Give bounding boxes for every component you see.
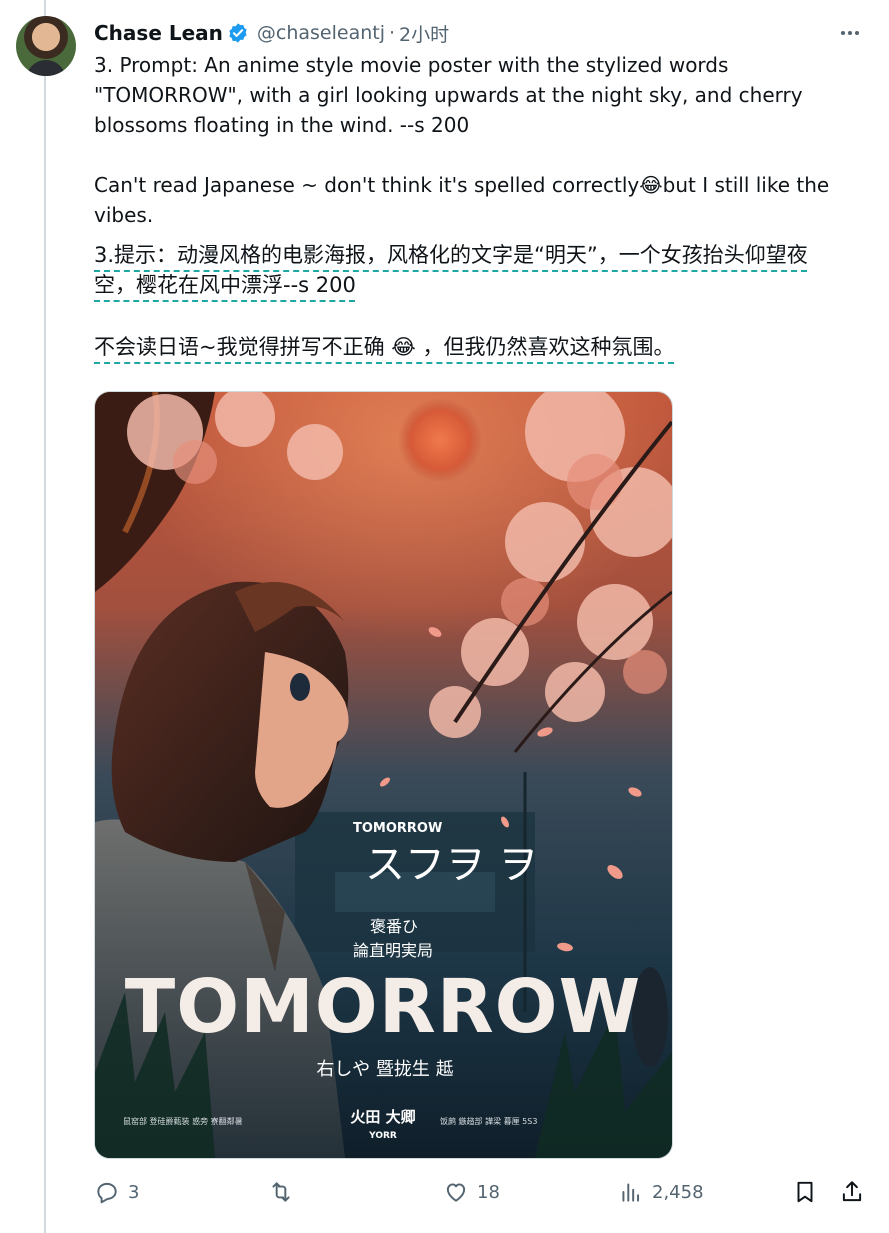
like-button[interactable]: 18 — [443, 1170, 500, 1214]
views-button[interactable]: 2,458 — [618, 1170, 704, 1214]
avatar-shirt — [26, 60, 66, 76]
verified-badge-icon — [229, 23, 247, 43]
poster-jp-title: スフヲ ヲ — [365, 842, 538, 888]
translation-prompt-line-2: 空，樱花在风中漂浮--s 200 — [94, 273, 356, 297]
poster-sub-line-2: 論直明実局 — [353, 941, 433, 960]
translation-comment: 不会读日语~我觉得拼写不正确 😂 ，但我仍然喜欢这种氛围。 — [94, 332, 864, 362]
poster-credit-left: 鼠窑部 登硅爵甄装 惑旁 寮翻鄰暑 — [123, 1116, 243, 1126]
translation-prompt-line-1: 3.提示：动漫风格的电影海报，风格化的文字是“明天”，一个女孩抬头仰望夜 — [94, 243, 808, 267]
view-count: 2,458 — [652, 1181, 704, 1203]
tweet-time[interactable]: 2小时 — [399, 20, 449, 47]
poster-tagline: 右しや 暨拢生 趆 — [316, 1059, 453, 1080]
tweet-text-comment: Can't read Japanese ~ don't think it's s… — [94, 173, 830, 227]
views-chart-icon — [622, 1183, 640, 1202]
retweet-button[interactable] — [268, 1170, 302, 1214]
bookmark-button[interactable] — [792, 1170, 818, 1214]
author-handle[interactable]: @chaseleantj — [257, 22, 385, 44]
tweet-image-poster[interactable]: TOMORROW スフヲ ヲ 褒番ひ 論直明実局 TOMORROW 右しや 暨拢… — [94, 391, 673, 1159]
share-button[interactable] — [839, 1170, 865, 1214]
separator-dot: · — [389, 22, 396, 44]
tweet-header: Chase Lean @chaseleantj · 2小时 — [94, 16, 869, 50]
poster-artwork: TOMORROW スフヲ ヲ 褒番ひ 論直明実局 TOMORROW 右しや 暨拢… — [95, 392, 672, 1158]
translation-comment-text: 不会读日语~我觉得拼写不正确 😂 ，但我仍然喜欢这种氛围。 — [94, 335, 675, 359]
author-name[interactable]: Chase Lean — [94, 21, 223, 45]
heart-icon — [446, 1183, 466, 1202]
translation-prompt: 3.提示：动漫风格的电影海报，风格化的文字是“明天”，一个女孩抬头仰望夜 空，樱花… — [94, 240, 864, 300]
reply-button[interactable]: 3 — [94, 1170, 139, 1214]
reply-icon — [97, 1182, 117, 1204]
retweet-icon — [272, 1182, 290, 1202]
poster-logo-line-1: 火田 大卿 — [350, 1108, 415, 1126]
more-dots-icon[interactable] — [835, 18, 865, 48]
poster-sub-line-1: 褒番ひ — [370, 917, 418, 936]
like-count: 18 — [477, 1181, 500, 1203]
poster-main-title: TOMORROW — [125, 964, 641, 1050]
bookmark-icon — [797, 1181, 813, 1203]
tweet-text-prompt: 3. Prompt: An anime style movie poster w… — [94, 53, 803, 137]
poster-credit-right: 饭鹧 鏃趦部 譁梁 暮厘 5S3 — [440, 1116, 537, 1126]
tweet-page: Chase Lean @chaseleantj · 2小时 3. Prompt:… — [0, 0, 889, 1233]
share-icon — [842, 1181, 862, 1202]
tweet-actions: 3 18 2,458 — [94, 1170, 874, 1214]
poster-small-title: TOMORROW — [353, 821, 442, 836]
reply-count: 3 — [128, 1181, 140, 1203]
thread-line — [44, 0, 46, 1233]
avatar[interactable] — [16, 16, 76, 76]
poster-logo-line-2: YORR — [368, 1131, 397, 1141]
